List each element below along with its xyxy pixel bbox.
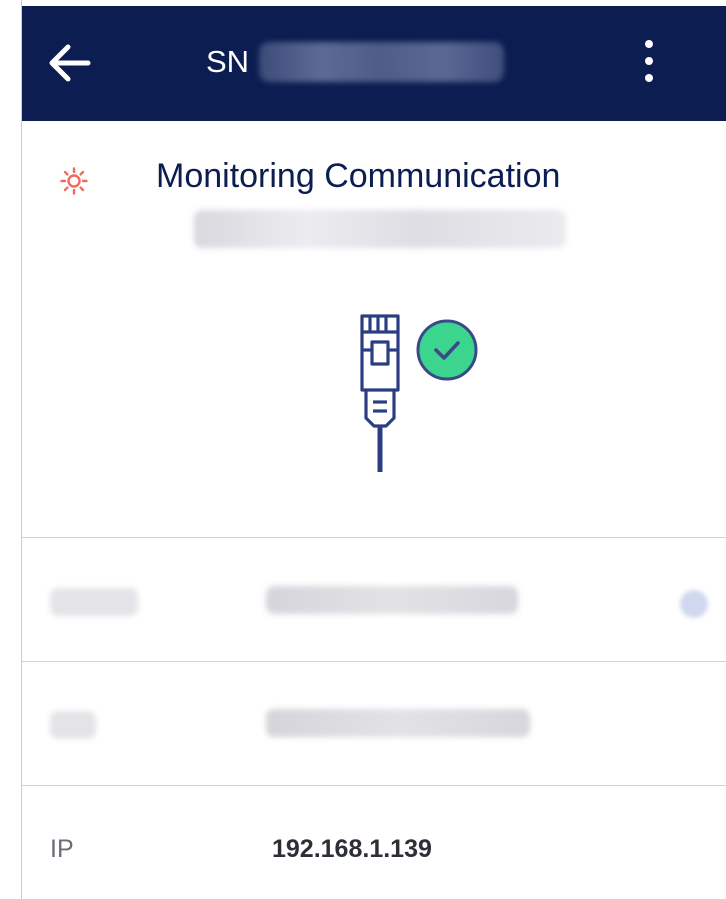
more-options-button[interactable]: [636, 36, 662, 86]
connection-type-redacted: [194, 210, 566, 248]
serial-number-redacted: [259, 42, 505, 82]
divider: [22, 661, 726, 662]
info-icon[interactable]: [680, 590, 708, 618]
row-label-redacted: [50, 711, 96, 739]
divider: [22, 537, 726, 538]
more-vert-dot: [645, 74, 653, 82]
ethernet-cable-icon: [360, 314, 478, 472]
more-vert-icon: [645, 40, 653, 48]
back-button[interactable]: [44, 38, 94, 88]
serial-prefix: SN: [206, 44, 250, 79]
row-value-redacted: [266, 709, 530, 737]
arrow-left-icon: [49, 44, 91, 82]
row-label-redacted: [50, 588, 138, 616]
ip-label: IP: [50, 835, 74, 863]
check-circle-icon: [416, 319, 478, 381]
more-vert-dot: [645, 57, 653, 65]
page-title: Monitoring Communication: [156, 157, 561, 195]
ip-value: 192.168.1.139: [272, 835, 432, 863]
sun-icon: [60, 167, 88, 195]
row-value-redacted: [266, 586, 518, 614]
app-bar-title: SN: [206, 40, 505, 84]
divider: [22, 785, 726, 786]
